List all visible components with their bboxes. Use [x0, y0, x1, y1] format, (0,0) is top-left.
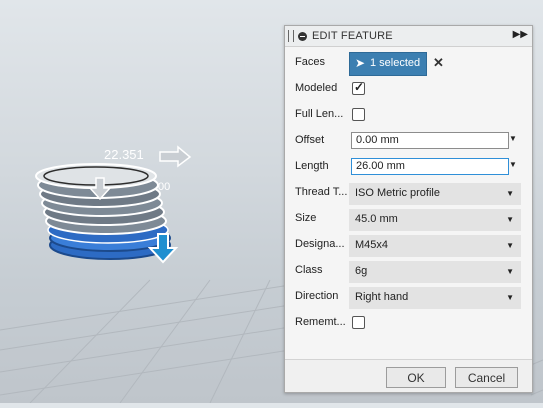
remember-label: Rememt...: [295, 316, 346, 328]
edit-feature-panel: EDIT FEATURE ▶▶ Faces ➤ 1 selected ✕ Mod…: [284, 25, 533, 393]
direction-select[interactable]: Right hand ▼: [349, 287, 521, 309]
panel-footer: OK Cancel: [285, 359, 532, 392]
thread-type-value: ISO Metric profile: [355, 187, 440, 199]
full-length-label: Full Len...: [295, 108, 344, 120]
designation-value: M45x4: [355, 239, 389, 251]
clear-selection-icon[interactable]: ✕: [433, 55, 444, 71]
cancel-button[interactable]: Cancel: [455, 367, 518, 388]
modeled-row: Modeled ✓: [285, 77, 532, 101]
class-value: 6g: [355, 265, 368, 277]
size-label: Size: [295, 212, 317, 224]
designation-label: Designa...: [295, 238, 345, 250]
panel-title: EDIT FEATURE: [312, 30, 393, 42]
chevron-down-icon: ▼: [506, 267, 514, 276]
offset-dropdown-arrow-icon[interactable]: ▼: [509, 134, 517, 143]
chevron-down-icon: ▼: [506, 189, 514, 198]
thread-type-select[interactable]: ISO Metric profile ▼: [349, 183, 521, 205]
remember-checkbox[interactable]: [352, 316, 365, 329]
length-label: Length: [295, 160, 329, 172]
class-row: Class 6g ▼: [285, 259, 532, 283]
class-select[interactable]: 6g ▼: [349, 261, 521, 283]
ok-button[interactable]: OK: [386, 367, 446, 388]
designation-row: Designa... M45x4 ▼: [285, 233, 532, 257]
dimension-label-secondary: .00: [155, 181, 170, 193]
cursor-arrow-icon: ➤: [355, 56, 366, 70]
class-label: Class: [295, 264, 323, 276]
chevron-down-icon: ▼: [506, 293, 514, 302]
length-dropdown-arrow-icon[interactable]: ▼: [509, 160, 517, 169]
length-input[interactable]: 26.00 mm: [351, 158, 509, 175]
faces-label: Faces: [295, 56, 325, 68]
thread-type-label: Thread T...: [295, 186, 348, 198]
collapse-minus-icon[interactable]: [298, 31, 307, 41]
direction-row: Direction Right hand ▼: [285, 285, 532, 309]
length-row: Length 26.00 mm ▼: [285, 155, 532, 179]
offset-row: Offset 0.00 mm ▼: [285, 129, 532, 153]
drag-grip-icon[interactable]: [288, 30, 294, 42]
modeled-checkbox[interactable]: ✓: [352, 80, 365, 95]
chevron-down-icon: ▼: [506, 215, 514, 224]
remember-row: Rememt...: [285, 311, 532, 335]
size-row: Size 45.0 mm ▼: [285, 207, 532, 231]
size-select[interactable]: 45.0 mm ▼: [349, 209, 521, 231]
double-chevron-right-icon[interactable]: ▶▶: [513, 29, 528, 40]
size-value: 45.0 mm: [355, 213, 398, 225]
dimension-label-primary: 22.351: [104, 147, 144, 162]
modeled-label: Modeled: [295, 82, 338, 94]
offset-label: Offset: [295, 134, 325, 146]
designation-select[interactable]: M45x4 ▼: [349, 235, 521, 257]
direction-value: Right hand: [355, 291, 409, 303]
thread-type-row: Thread T... ISO Metric profile ▼: [285, 181, 532, 205]
full-length-checkbox[interactable]: [352, 108, 365, 121]
horizontal-drag-arrow-icon[interactable]: [159, 145, 192, 168]
offset-input[interactable]: 0.00 mm: [351, 132, 509, 149]
direction-label: Direction: [295, 290, 339, 302]
panel-header[interactable]: EDIT FEATURE ▶▶: [285, 26, 532, 47]
faces-row: Faces ➤ 1 selected ✕: [285, 51, 532, 76]
full-length-row: Full Len...: [285, 103, 532, 127]
faces-selection-button[interactable]: ➤ 1 selected: [349, 52, 427, 76]
chevron-down-icon: ▼: [506, 241, 514, 250]
checkmark-icon: ✓: [354, 80, 365, 94]
faces-selection-text: 1 selected: [370, 57, 421, 69]
